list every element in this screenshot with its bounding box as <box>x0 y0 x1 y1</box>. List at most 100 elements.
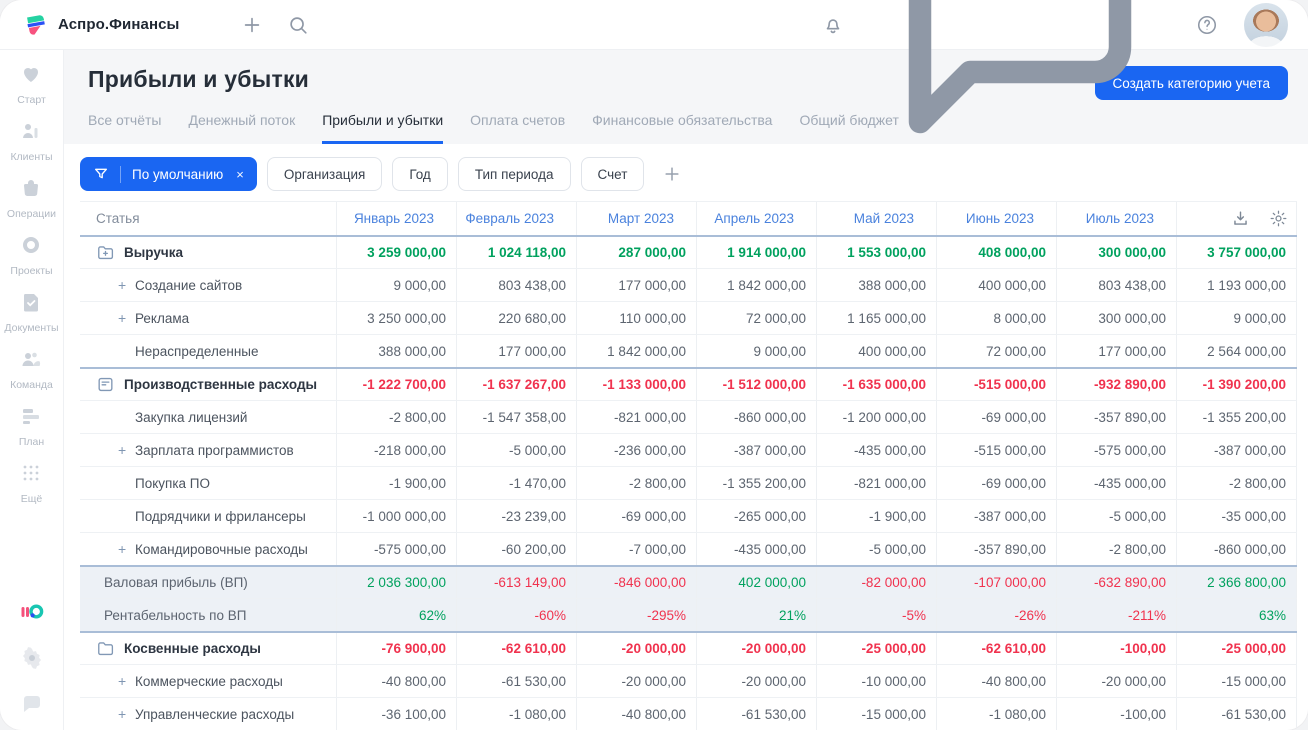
row-label-text: Производственные расходы <box>124 377 318 392</box>
add-filter-icon[interactable] <box>662 164 682 184</box>
sidebar-item-plan[interactable]: План <box>4 404 58 448</box>
user-avatar[interactable] <box>1244 2 1288 47</box>
add-button[interactable] <box>241 14 263 36</box>
sidebar-item-team[interactable]: Команда <box>4 347 58 391</box>
cell: -36 100,00 <box>337 698 457 730</box>
sidebar-item-label: Старт <box>17 94 46 106</box>
sidebar-item-documents[interactable]: Документы <box>4 290 59 334</box>
sidebar-item-more[interactable]: Ещё <box>4 461 58 505</box>
settings-gear-icon[interactable] <box>20 646 44 670</box>
row-label[interactable]: Закупка лицензий <box>80 401 337 433</box>
cell: -62 610,00 <box>457 633 577 664</box>
filter-chip-1[interactable]: Год <box>392 157 448 191</box>
column-header-month-4[interactable]: Май 2023 <box>817 202 937 235</box>
row-label[interactable]: Нераспределенные <box>80 335 337 367</box>
aspro-mini-logo-icon[interactable] <box>20 600 44 624</box>
download-icon[interactable] <box>1231 209 1250 228</box>
tab-invoices[interactable]: Оплата счетов <box>470 112 565 144</box>
cell: 62% <box>337 599 457 631</box>
row-label[interactable]: + Командировочные расходы <box>80 533 337 565</box>
expand-plus-icon[interactable]: + <box>118 443 126 457</box>
row-label[interactable]: Выручка <box>80 237 337 268</box>
column-header-month-0[interactable]: Январь 2023 <box>337 202 457 235</box>
column-header-month-2[interactable]: Март 2023 <box>577 202 697 235</box>
table-settings-gear-icon[interactable] <box>1269 209 1288 228</box>
cell: -1 900,00 <box>817 500 937 532</box>
column-header-month-3[interactable]: Апрель 2023 <box>697 202 817 235</box>
search-icon[interactable] <box>287 14 309 36</box>
cell: -821 000,00 <box>577 401 697 433</box>
cell: 803 438,00 <box>457 269 577 301</box>
row-label-text: Командировочные расходы <box>135 541 308 557</box>
filter-chip-2[interactable]: Тип периода <box>457 157 571 191</box>
cell: -20 000,00 <box>697 633 817 664</box>
cell: -846 000,00 <box>577 567 697 598</box>
cell: -20 000,00 <box>577 633 697 664</box>
cell: -62 610,00 <box>937 633 1057 664</box>
cell: -435 000,00 <box>817 434 937 466</box>
column-header-month-1[interactable]: Февраль 2023 <box>457 202 577 235</box>
tab-pnl[interactable]: Прибыли и убытки <box>322 112 444 144</box>
help-icon[interactable] <box>1196 14 1218 36</box>
sidebar-item-label: Ещё <box>20 493 43 505</box>
sidebar-item-clients[interactable]: Клиенты <box>4 119 58 163</box>
cell: -5 000,00 <box>1057 500 1177 532</box>
cell: -218 000,00 <box>337 434 457 466</box>
doc-lines-icon[interactable] <box>96 375 115 394</box>
expand-plus-icon[interactable]: + <box>118 278 126 292</box>
filter-default-label: По умолчанию <box>132 166 224 182</box>
cell: -1 222 700,00 <box>337 369 457 400</box>
filter-chip-0[interactable]: Организация <box>266 157 383 191</box>
cell: -435 000,00 <box>697 533 817 565</box>
expand-plus-icon[interactable]: + <box>118 311 126 325</box>
row-label[interactable]: + Создание сайтов <box>80 269 337 301</box>
expand-plus-icon[interactable]: + <box>118 674 126 688</box>
tab-liabilities[interactable]: Финансовые обязательства <box>592 112 772 144</box>
row-label[interactable]: + Зарплата программистов <box>80 434 337 466</box>
messages-button[interactable]: 3 <box>870 0 1170 177</box>
cell: -295% <box>577 599 697 631</box>
column-header-month-5[interactable]: Июнь 2023 <box>937 202 1057 235</box>
row-label[interactable]: + Коммерческие расходы <box>80 665 337 697</box>
folder-icon[interactable] <box>96 639 115 658</box>
row-label[interactable]: + Реклама <box>80 302 337 334</box>
cell: -5% <box>817 599 937 631</box>
expand-plus-icon[interactable]: + <box>118 542 126 556</box>
cell: -5 000,00 <box>817 533 937 565</box>
bag-icon <box>19 176 43 205</box>
cell: 8 000,00 <box>937 302 1057 334</box>
filter-chip-3[interactable]: Счет <box>580 157 645 191</box>
folder-plus-icon[interactable] <box>96 243 115 262</box>
row-label[interactable]: Валовая прибыль (ВП) <box>80 567 337 598</box>
notifications-bell-icon[interactable] <box>822 14 844 36</box>
row-label-text: Создание сайтов <box>135 277 243 293</box>
cell: 400 000,00 <box>937 269 1057 301</box>
cell: -1 547 358,00 <box>457 401 577 433</box>
cell: -236 000,00 <box>577 434 697 466</box>
sidebar-item-start[interactable]: Старт <box>4 62 58 106</box>
cell: -1 080,00 <box>457 698 577 730</box>
filter-default-chip[interactable]: По умолчанию × <box>80 157 257 191</box>
sidebar-item-label: Команда <box>10 379 53 391</box>
table-row: Подрядчики и фрилансеры -1 000 000,00 -23 … <box>80 499 1297 532</box>
filter-clear-icon[interactable]: × <box>236 167 244 182</box>
row-label[interactable]: Покупка ПО <box>80 467 337 499</box>
row-label[interactable]: Подрядчики и фрилансеры <box>80 500 337 532</box>
expand-plus-icon[interactable]: + <box>118 707 126 721</box>
table-row: + Зарплата программистов -218 000,00 -5 000… <box>80 433 1297 466</box>
row-label[interactable]: Производственные расходы <box>80 369 337 400</box>
sidebar-item-operations[interactable]: Операции <box>4 176 58 220</box>
tab-cash-flow[interactable]: Денежный поток <box>188 112 295 144</box>
cell: -61 530,00 <box>457 665 577 697</box>
column-header-month-6[interactable]: Июль 2023 <box>1057 202 1177 235</box>
tab-all-reports[interactable]: Все отчёты <box>88 112 161 144</box>
row-label[interactable]: Рентабельность по ВП <box>80 599 337 631</box>
sidebar-item-projects[interactable]: Проекты <box>4 233 58 277</box>
support-chat-icon[interactable] <box>20 692 44 716</box>
row-label[interactable]: Косвенные расходы <box>80 633 337 664</box>
row-label-text: Валовая прибыль (ВП) <box>104 575 248 590</box>
cell: -1 355 200,00 <box>697 467 817 499</box>
cell: 3 259 000,00 <box>337 237 457 268</box>
row-label[interactable]: + Управленческие расходы <box>80 698 337 730</box>
table-row: + Командировочные расходы -575 000,00 -60 2… <box>80 532 1297 565</box>
